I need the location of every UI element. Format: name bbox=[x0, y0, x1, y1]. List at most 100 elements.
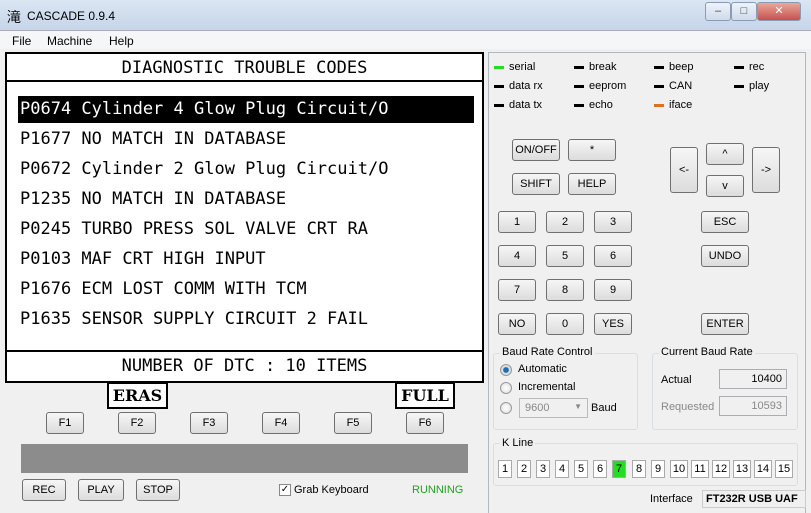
shift-button[interactable]: SHIFT bbox=[512, 173, 560, 195]
k-line-5[interactable]: 5 bbox=[574, 460, 588, 478]
softkey-label-left: ERAS bbox=[107, 382, 168, 409]
indicator-led-icon bbox=[734, 65, 744, 69]
automatic-label: Automatic bbox=[518, 363, 567, 375]
requested-label: Requested bbox=[661, 401, 715, 413]
display-header: DIAGNOSTIC TROUBLE CODES bbox=[7, 54, 482, 82]
key-5-button[interactable]: 5 bbox=[546, 245, 584, 267]
key-4-button[interactable]: 4 bbox=[498, 245, 536, 267]
k-line-8[interactable]: 8 bbox=[632, 460, 646, 478]
k-line-14[interactable]: 14 bbox=[754, 460, 772, 478]
k-line-4[interactable]: 4 bbox=[555, 460, 569, 478]
k-line-9[interactable]: 9 bbox=[651, 460, 665, 478]
indicator-led-icon bbox=[574, 65, 584, 69]
esc-button[interactable]: ESC bbox=[701, 211, 749, 233]
k-line-3[interactable]: 3 bbox=[536, 460, 550, 478]
k-line-11[interactable]: 11 bbox=[691, 460, 709, 478]
stop-button[interactable]: STOP bbox=[136, 479, 180, 501]
right-arrow-button[interactable]: -> bbox=[752, 147, 780, 193]
baud-group-title: Baud Rate Control bbox=[500, 346, 595, 358]
k-line-6[interactable]: 6 bbox=[593, 460, 607, 478]
key-2-button[interactable]: 2 bbox=[546, 211, 584, 233]
play-button[interactable]: PLAY bbox=[78, 479, 124, 501]
f6-button[interactable]: F6 bbox=[406, 412, 444, 434]
maximize-button[interactable]: □ bbox=[731, 2, 757, 21]
close-button[interactable]: ✕ bbox=[757, 2, 801, 21]
indicator-led-icon bbox=[574, 103, 584, 107]
k-line-13[interactable]: 13 bbox=[733, 460, 751, 478]
interface-value: FT232R USB UAF bbox=[702, 490, 806, 508]
star-button[interactable]: * bbox=[568, 139, 616, 161]
menu-help[interactable]: Help bbox=[109, 34, 134, 48]
indicator-play: play bbox=[734, 80, 769, 92]
interface-label: Interface bbox=[650, 493, 693, 505]
indicator-beep: beep bbox=[654, 61, 693, 73]
k-line-7[interactable]: 7 bbox=[612, 460, 626, 478]
indicator-label: data tx bbox=[509, 99, 543, 111]
indicator-label: iface bbox=[669, 99, 693, 111]
f1-button[interactable]: F1 bbox=[46, 412, 84, 434]
dtc-row[interactable]: P0103 MAF CRT HIGH INPUT bbox=[18, 246, 474, 273]
indicator-led-icon bbox=[734, 84, 744, 88]
onoff-button[interactable]: ON/OFF bbox=[512, 139, 560, 161]
k-line-2[interactable]: 2 bbox=[517, 460, 531, 478]
f2-button[interactable]: F2 bbox=[118, 412, 156, 434]
key-3-button[interactable]: 3 bbox=[594, 211, 632, 233]
indicator-rec: rec bbox=[734, 61, 764, 73]
indicator-label: serial bbox=[509, 61, 536, 73]
fixed-baud-radio[interactable] bbox=[500, 402, 512, 414]
window-title: CASCADE 0.9.4 bbox=[27, 9, 116, 23]
indicator-data-tx: data tx bbox=[494, 99, 542, 111]
incremental-label: Incremental bbox=[518, 381, 576, 393]
baud-select[interactable]: 9600 ▼ bbox=[519, 398, 588, 418]
rec-button[interactable]: REC bbox=[22, 479, 66, 501]
indicator-label: play bbox=[749, 80, 770, 92]
key-9-button[interactable]: 9 bbox=[594, 279, 632, 301]
softkey-label-right: FULL bbox=[395, 382, 455, 409]
f4-button[interactable]: F4 bbox=[262, 412, 300, 434]
incremental-radio[interactable] bbox=[500, 382, 512, 394]
down-arrow-button[interactable]: v bbox=[706, 175, 744, 197]
menu-file[interactable]: File bbox=[12, 34, 31, 48]
dtc-row[interactable]: P0674 Cylinder 4 Glow Plug Circuit/O bbox=[18, 96, 474, 123]
automatic-radio[interactable] bbox=[500, 364, 512, 376]
k-line-10[interactable]: 10 bbox=[670, 460, 688, 478]
dtc-count: NUMBER OF DTC : 10 ITEMS bbox=[7, 350, 482, 381]
key-7-button[interactable]: 7 bbox=[498, 279, 536, 301]
indicator-break: break bbox=[574, 61, 617, 73]
zero-button[interactable]: 0 bbox=[546, 313, 584, 335]
indicator-can: CAN bbox=[654, 80, 692, 92]
k-line-12[interactable]: 12 bbox=[712, 460, 730, 478]
key-8-button[interactable]: 8 bbox=[546, 279, 584, 301]
indicator-serial: serial bbox=[494, 61, 535, 73]
menu-machine[interactable]: Machine bbox=[47, 34, 92, 48]
dtc-row[interactable]: P1635 SENSOR SUPPLY CIRCUIT 2 FAIL bbox=[18, 306, 474, 333]
dtc-row[interactable]: P1677 NO MATCH IN DATABASE bbox=[18, 126, 474, 153]
dtc-row[interactable]: P0245 TURBO PRESS SOL VALVE CRT RA bbox=[18, 216, 474, 243]
dtc-row[interactable]: P0672 Cylinder 2 Glow Plug Circuit/O bbox=[18, 156, 474, 183]
actual-label: Actual bbox=[661, 374, 692, 386]
k-line-title: K Line bbox=[500, 437, 536, 449]
key-1-button[interactable]: 1 bbox=[498, 211, 536, 233]
indicator-led-icon bbox=[494, 103, 504, 107]
key-6-button[interactable]: 6 bbox=[594, 245, 632, 267]
grab-keyboard-checkbox[interactable]: ✓ bbox=[279, 484, 291, 496]
f5-button[interactable]: F5 bbox=[334, 412, 372, 434]
current-baud-group: Current Baud Rate bbox=[652, 346, 798, 430]
help-button[interactable]: HELP bbox=[568, 173, 616, 195]
k-line-1[interactable]: 1 bbox=[498, 460, 512, 478]
indicator-led-icon bbox=[654, 84, 664, 88]
f3-button[interactable]: F3 bbox=[190, 412, 228, 434]
up-arrow-button[interactable]: ^ bbox=[706, 143, 744, 165]
indicator-label: beep bbox=[669, 61, 694, 73]
baud-unit-label: Baud bbox=[591, 402, 617, 414]
minimize-button[interactable]: – bbox=[705, 2, 731, 21]
undo-button[interactable]: UNDO bbox=[701, 245, 749, 267]
yes-button[interactable]: YES bbox=[594, 313, 632, 335]
k-line-15[interactable]: 15 bbox=[775, 460, 793, 478]
no-button[interactable]: NO bbox=[498, 313, 536, 335]
enter-button[interactable]: ENTER bbox=[701, 313, 749, 335]
left-arrow-button[interactable]: <- bbox=[670, 147, 698, 193]
title-bar: 滝 CASCADE 0.9.4 – □ ✕ bbox=[0, 0, 811, 31]
dtc-row[interactable]: P1676 ECM LOST COMM WITH TCM bbox=[18, 276, 474, 303]
dtc-row[interactable]: P1235 NO MATCH IN DATABASE bbox=[18, 186, 474, 213]
